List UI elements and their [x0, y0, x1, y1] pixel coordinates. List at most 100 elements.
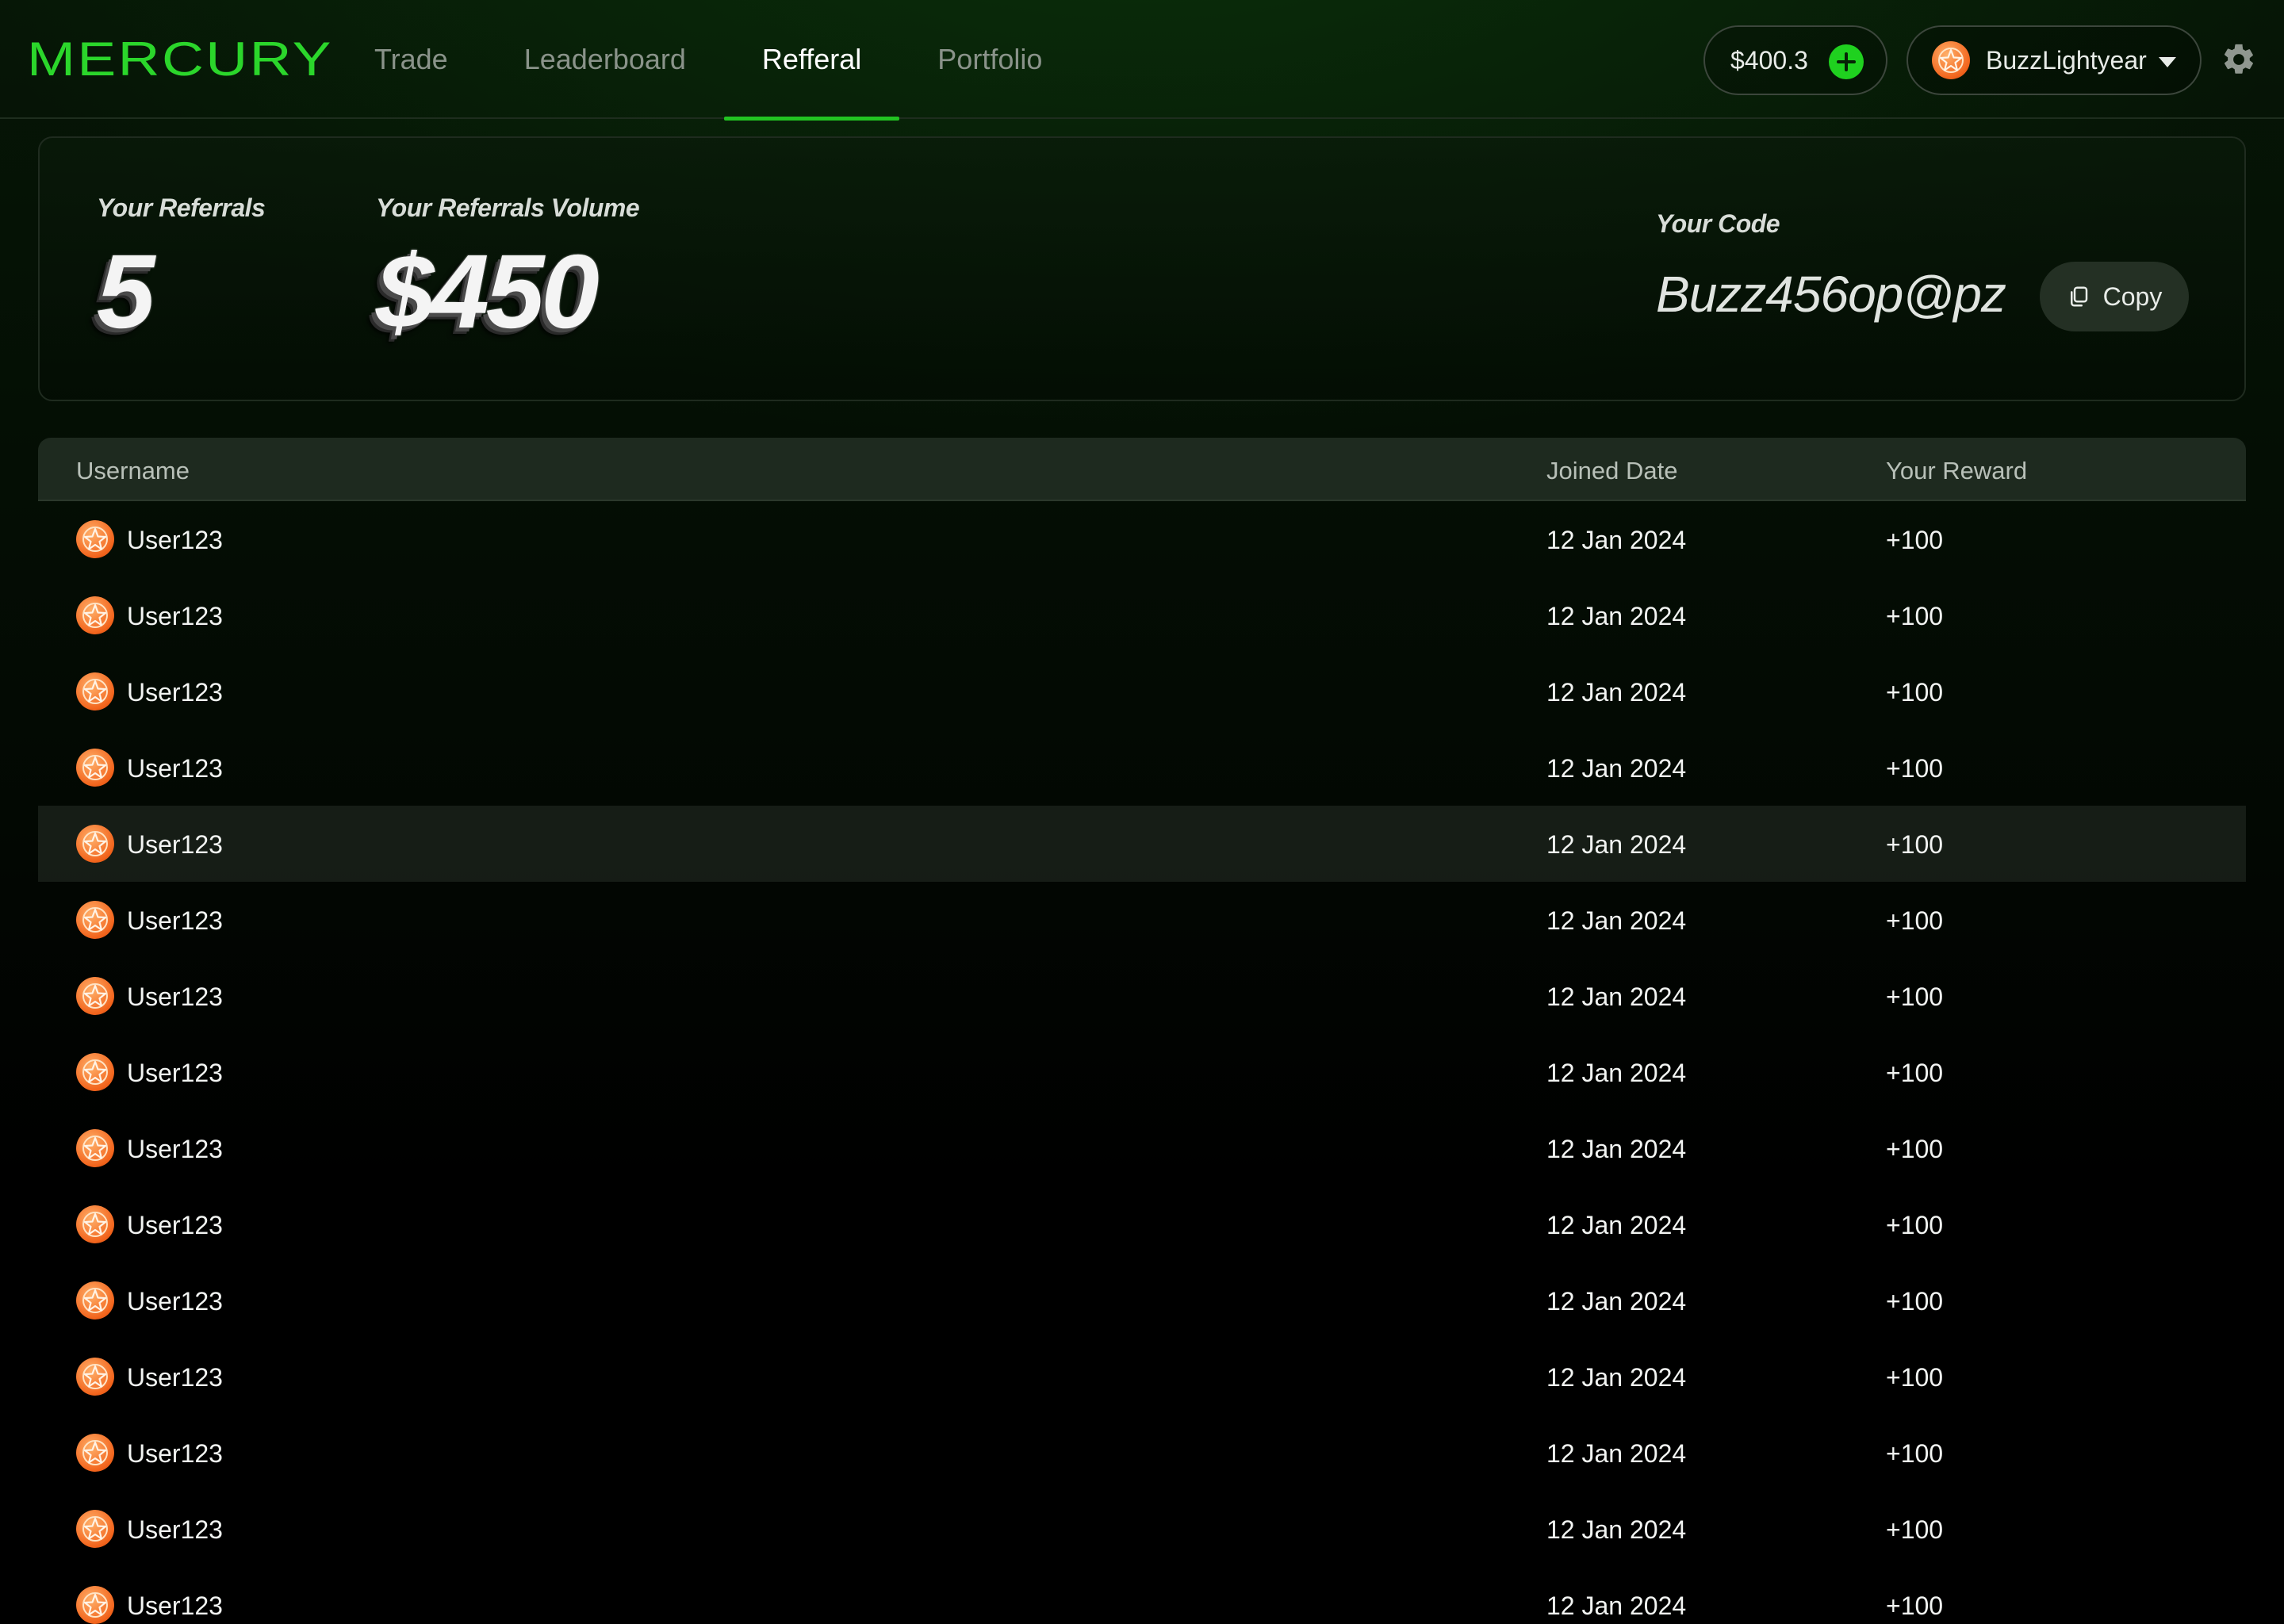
avatar [76, 901, 114, 939]
row-joined-date: 12 Jan 2024 [1546, 1287, 1687, 1316]
avatar [76, 1053, 114, 1091]
user-menu-button[interactable]: BuzzLightyear [1907, 25, 2202, 95]
row-joined-date: 12 Jan 2024 [1546, 1515, 1687, 1544]
row-username: User123 [127, 1135, 223, 1163]
star-avatar-icon [82, 831, 108, 856]
avatar [76, 596, 114, 634]
row-reward: +100 [1886, 1211, 1944, 1239]
row-reward: +100 [1886, 602, 1944, 630]
table-row[interactable]: User123 12 Jan 2024 +100 [38, 1262, 2246, 1339]
table-row[interactable]: User123 12 Jan 2024 +100 [38, 1186, 2246, 1262]
table-row[interactable]: User123 12 Jan 2024 +100 [38, 501, 2246, 577]
star-avatar-icon [82, 1288, 108, 1313]
avatar [76, 1434, 114, 1472]
tab-trade[interactable]: Trade [336, 0, 486, 119]
row-reward: +100 [1886, 982, 1944, 1011]
tab-portfolio[interactable]: Portfolio [899, 0, 1080, 119]
row-reward: +100 [1886, 1059, 1944, 1087]
table-row[interactable]: User123 12 Jan 2024 +100 [38, 1491, 2246, 1567]
star-avatar-icon [82, 1059, 108, 1085]
row-username: User123 [127, 1363, 223, 1392]
table-row[interactable]: User123 12 Jan 2024 +100 [38, 1110, 2246, 1186]
table-row[interactable]: User123 12 Jan 2024 +100 [38, 1034, 2246, 1110]
row-reward: +100 [1886, 1363, 1944, 1392]
username-label: BuzzLightyear [1986, 45, 2147, 75]
star-avatar-icon [82, 527, 108, 552]
row-joined-date: 12 Jan 2024 [1546, 906, 1687, 935]
table-row[interactable]: User123 12 Jan 2024 +100 [38, 958, 2246, 1034]
star-avatar-icon [82, 1136, 108, 1161]
row-username: User123 [127, 602, 223, 630]
row-username: User123 [127, 1211, 223, 1239]
row-username: User123 [127, 1439, 223, 1468]
table-row[interactable]: User123 12 Jan 2024 +100 [38, 577, 2246, 653]
referrals-table: Username Joined Date Your Reward User123… [38, 438, 2246, 1624]
brand-logo[interactable]: MERCURY [27, 32, 333, 86]
balance-button[interactable]: $400.3 [1703, 25, 1887, 95]
star-avatar-icon [82, 679, 108, 704]
star-avatar-icon [1938, 48, 1964, 73]
chevron-down-icon[interactable] [2159, 57, 2176, 67]
row-reward: +100 [1886, 678, 1944, 707]
avatar [76, 977, 114, 1015]
row-reward: +100 [1886, 754, 1944, 783]
row-username: User123 [127, 1287, 223, 1316]
row-joined-date: 12 Jan 2024 [1546, 754, 1687, 783]
row-joined-date: 12 Jan 2024 [1546, 1211, 1687, 1239]
table-header: Username Joined Date Your Reward [38, 438, 2246, 501]
avatar [76, 1358, 114, 1396]
column-header-joined-date[interactable]: Joined Date [1546, 457, 1677, 485]
table-row[interactable]: User123 12 Jan 2024 +100 [38, 1415, 2246, 1491]
row-joined-date: 12 Jan 2024 [1546, 830, 1687, 859]
row-username: User123 [127, 1515, 223, 1544]
row-username: User123 [127, 830, 223, 859]
avatar [76, 749, 114, 787]
row-joined-date: 12 Jan 2024 [1546, 1059, 1687, 1087]
star-avatar-icon [82, 1516, 108, 1542]
referral-stats-card: Your Referrals 5 Your Referrals Volume $… [38, 136, 2246, 401]
row-reward: +100 [1886, 906, 1944, 935]
column-header-reward[interactable]: Your Reward [1886, 457, 2027, 485]
table-row[interactable]: User123 12 Jan 2024 +100 [38, 653, 2246, 730]
row-reward: +100 [1886, 1135, 1944, 1163]
table-row[interactable]: User123 12 Jan 2024 +100 [38, 1567, 2246, 1624]
tab-referral[interactable]: Refferal [723, 0, 900, 121]
column-header-username[interactable]: Username [76, 457, 190, 485]
table-row[interactable]: User123 12 Jan 2024 +100 [38, 730, 2246, 806]
tab-leaderboard[interactable]: Leaderboard [486, 0, 724, 119]
row-joined-date: 12 Jan 2024 [1546, 678, 1687, 707]
volume-label: Your Referrals Volume [376, 193, 640, 222]
star-avatar-icon [82, 1364, 108, 1389]
star-avatar-icon [82, 983, 108, 1009]
avatar [76, 1281, 114, 1320]
row-joined-date: 12 Jan 2024 [1546, 1135, 1687, 1163]
copy-button[interactable]: Copy [2040, 262, 2189, 331]
row-username: User123 [127, 678, 223, 707]
table-row[interactable]: User123 12 Jan 2024 +100 [38, 806, 2246, 882]
row-username: User123 [127, 754, 223, 783]
star-avatar-icon [82, 1440, 108, 1465]
plus-icon[interactable] [1829, 44, 1864, 79]
balance-amount: $400.3 [1730, 45, 1808, 75]
row-reward: +100 [1886, 1591, 1944, 1620]
code-label: Your Code [1656, 209, 1780, 238]
avatar [1932, 41, 1970, 79]
main-nav: Trade Leaderboard Refferal Portfolio [336, 0, 1080, 121]
gear-icon[interactable] [2221, 41, 2257, 78]
star-avatar-icon [82, 603, 108, 628]
avatar [76, 1510, 114, 1548]
table-row[interactable]: User123 12 Jan 2024 +100 [38, 1339, 2246, 1415]
star-avatar-icon [82, 1212, 108, 1237]
row-reward: +100 [1886, 1515, 1944, 1544]
row-joined-date: 12 Jan 2024 [1546, 1439, 1687, 1468]
star-avatar-icon [82, 907, 108, 933]
star-avatar-icon [82, 755, 108, 780]
row-joined-date: 12 Jan 2024 [1546, 982, 1687, 1011]
row-joined-date: 12 Jan 2024 [1546, 1591, 1687, 1620]
table-body: User123 12 Jan 2024 +100 User123 12 Jan … [38, 501, 2246, 1624]
table-row[interactable]: User123 12 Jan 2024 +100 [38, 882, 2246, 958]
avatar [76, 825, 114, 863]
avatar [76, 1205, 114, 1243]
row-reward: +100 [1886, 1287, 1944, 1316]
volume-value: $450 [376, 233, 600, 350]
